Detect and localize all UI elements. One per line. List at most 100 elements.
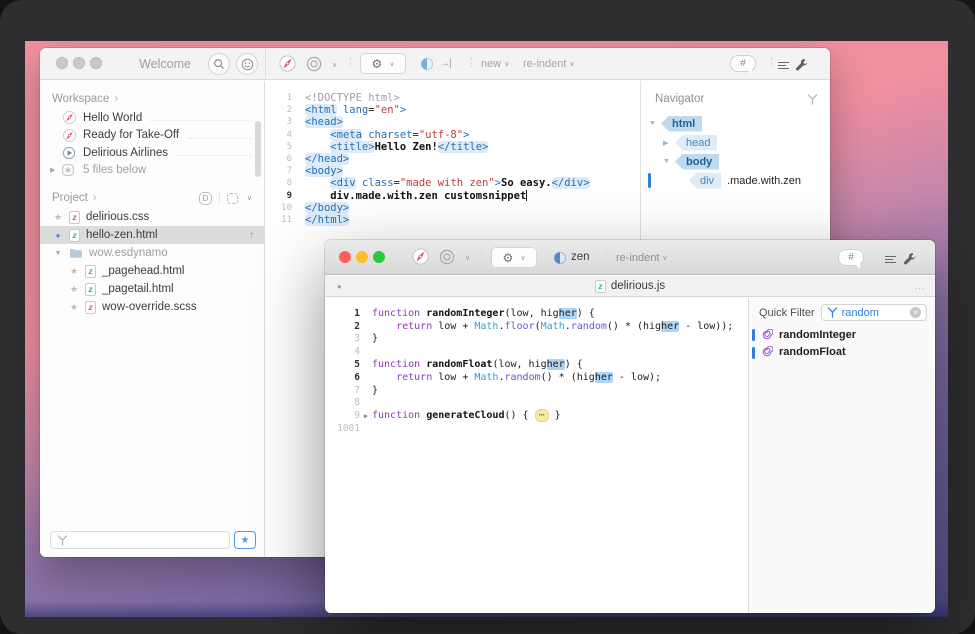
code-line[interactable]: 8 <div class="made with zen">So easy.</d… — [266, 177, 640, 189]
chevron-down-icon[interactable]: ∨ — [465, 254, 470, 262]
preview-button[interactable] — [411, 247, 430, 266]
code-text: </html> — [292, 214, 349, 226]
close-button[interactable] — [339, 251, 351, 263]
disclosure-right-icon[interactable]: ▶ — [50, 166, 62, 174]
publish-icon[interactable]: D — [199, 192, 212, 205]
disclosure-right-icon[interactable]: ▶ — [663, 139, 668, 147]
workspace-item[interactable]: Delirious Airlines — [40, 144, 264, 162]
zoom-button[interactable] — [90, 57, 102, 69]
file-row[interactable]: ★z_pagehead.html — [40, 262, 264, 280]
file-row[interactable]: ●zhello-zen.html↑ — [40, 226, 264, 244]
target-button[interactable] — [306, 56, 322, 72]
code-line[interactable]: 1<!DOCTYPE html> — [266, 92, 640, 104]
workspace-item[interactable]: ▶5 files below — [40, 162, 264, 180]
globe-icon[interactable] — [553, 251, 567, 265]
js-editor[interactable]: 1function randomInteger(low, higher) {2 … — [325, 298, 748, 613]
project-header[interactable]: Project › D | ∨ — [40, 188, 264, 208]
quick-filter-result[interactable]: randomFloat — [749, 344, 935, 362]
minimize-button[interactable] — [356, 251, 368, 263]
code-line[interactable]: 8 — [325, 397, 748, 410]
snippet-bubble-button[interactable]: # — [730, 55, 756, 72]
preview-button[interactable] — [278, 54, 297, 73]
tab-overflow[interactable]: … — [914, 280, 925, 292]
actions-menu-button[interactable]: ⚙ ∨ — [491, 247, 537, 268]
code-line[interactable]: 4 — [325, 345, 748, 358]
code-line[interactable]: 1function randomInteger(low, higher) { — [325, 307, 748, 320]
fold-disclosure-icon[interactable]: ▶ — [360, 412, 372, 420]
clear-icon[interactable]: ✕ — [910, 307, 921, 318]
search-button[interactable] — [208, 53, 230, 75]
new-menu[interactable]: new∨ — [481, 58, 509, 70]
tag-pill[interactable]: html — [661, 116, 702, 132]
file-row[interactable]: ★zdelirious.css — [40, 208, 264, 226]
tag-pill[interactable]: body — [675, 154, 719, 170]
actions-menu-button[interactable]: ⚙ ∨ — [360, 53, 406, 74]
star-icon[interactable]: ★ — [68, 266, 80, 277]
quick-filter-result[interactable]: randomInteger — [749, 326, 935, 344]
code-line[interactable]: 7} — [325, 384, 748, 397]
indent-icon[interactable]: →| — [440, 58, 451, 69]
tag-pill[interactable]: head — [675, 135, 717, 151]
workspace-item[interactable]: Ready for Take-Off — [40, 127, 264, 145]
favorites-filter-button[interactable]: ★ — [234, 531, 256, 549]
globe-icon[interactable] — [420, 57, 434, 71]
code-line[interactable]: 1001 — [325, 422, 748, 435]
feedback-button[interactable] — [236, 53, 258, 75]
settings-icon[interactable] — [227, 193, 238, 204]
active-dot-icon[interactable]: ● — [52, 231, 64, 240]
file-row[interactable]: ★zwow-override.scss — [40, 298, 264, 316]
navigator-item[interactable]: div.made.with.zen — [641, 171, 830, 190]
code-line[interactable]: 9 div.made.with.zen customsnippet — [266, 190, 640, 202]
code-line[interactable]: 9▶function generateCloud() { ⋯ } — [325, 409, 748, 422]
navigator-item[interactable]: ▼ body — [641, 152, 830, 171]
code-token: Hello Zen! — [375, 141, 438, 153]
file-row[interactable]: ▼wow.esdynamo — [40, 244, 264, 262]
chevron-down-icon[interactable]: ∨ — [247, 194, 252, 202]
code-line[interactable]: 5function randomFloat(low, higher) { — [325, 358, 748, 371]
navigator-filter-icon[interactable] — [807, 94, 818, 105]
workspace-header[interactable]: Workspace › — [40, 89, 264, 109]
zen-label[interactable]: zen — [571, 251, 590, 263]
lines-icon[interactable] — [885, 254, 896, 265]
wrench-icon[interactable] — [903, 252, 916, 265]
navigator-item[interactable]: ▶ head — [641, 133, 830, 152]
tab-bar[interactable]: ● z delirious.js … — [325, 276, 935, 297]
upload-icon[interactable]: ↑ — [249, 230, 254, 241]
file-icon: z — [595, 280, 606, 293]
star-icon[interactable]: ★ — [68, 302, 80, 313]
workspace-item[interactable]: Hello World — [40, 109, 264, 127]
disclosure-down-icon[interactable]: ▼ — [663, 158, 670, 165]
disclosure-down-icon[interactable]: ▼ — [52, 250, 64, 257]
disclosure-down-icon[interactable]: ▼ — [649, 120, 656, 127]
tag-pill[interactable]: div — [689, 173, 721, 189]
chevron-down-icon[interactable]: ∨ — [332, 61, 337, 69]
wrench-icon[interactable] — [795, 58, 808, 71]
sidebar-filter-input[interactable] — [50, 531, 230, 549]
code-token: lang — [343, 104, 368, 116]
close-button[interactable] — [56, 57, 68, 69]
lines-icon[interactable] — [778, 60, 789, 71]
snippet-bubble-button[interactable]: # — [838, 249, 864, 266]
file-row[interactable]: ★z_pagetail.html — [40, 280, 264, 298]
code-line[interactable]: 7<body> — [266, 165, 640, 177]
quick-filter-input[interactable]: random ✕ — [821, 304, 927, 321]
code-line[interactable]: 6 return low + Math.random() * (higher -… — [325, 371, 748, 384]
star-icon[interactable]: ★ — [68, 284, 80, 295]
sidebar-scrollbar[interactable] — [255, 121, 261, 177]
navigator-item[interactable]: ▼ html — [641, 114, 830, 133]
code-line[interactable]: 10</body> — [266, 202, 640, 214]
code-line[interactable]: 3} — [325, 333, 748, 346]
reindent-menu[interactable]: re-indent∨ — [616, 252, 668, 264]
code-line[interactable]: 2 return low + Math.floor(Math.random() … — [325, 320, 748, 333]
zoom-button[interactable] — [373, 251, 385, 263]
minimize-button[interactable] — [73, 57, 85, 69]
star-icon[interactable]: ★ — [52, 212, 64, 223]
reindent-menu[interactable]: re-indent∨ — [523, 58, 575, 70]
target-button[interactable] — [439, 249, 455, 265]
code-line[interactable]: 6</head> — [266, 153, 640, 165]
code-line[interactable]: 4 <meta charset="utf-8"> — [266, 129, 640, 141]
code-line[interactable]: 3<head> — [266, 116, 640, 128]
code-line[interactable]: 2<html lang="en"> — [266, 104, 640, 116]
code-line[interactable]: 11</html> — [266, 214, 640, 226]
code-line[interactable]: 5 <title>Hello Zen!</title> — [266, 141, 640, 153]
